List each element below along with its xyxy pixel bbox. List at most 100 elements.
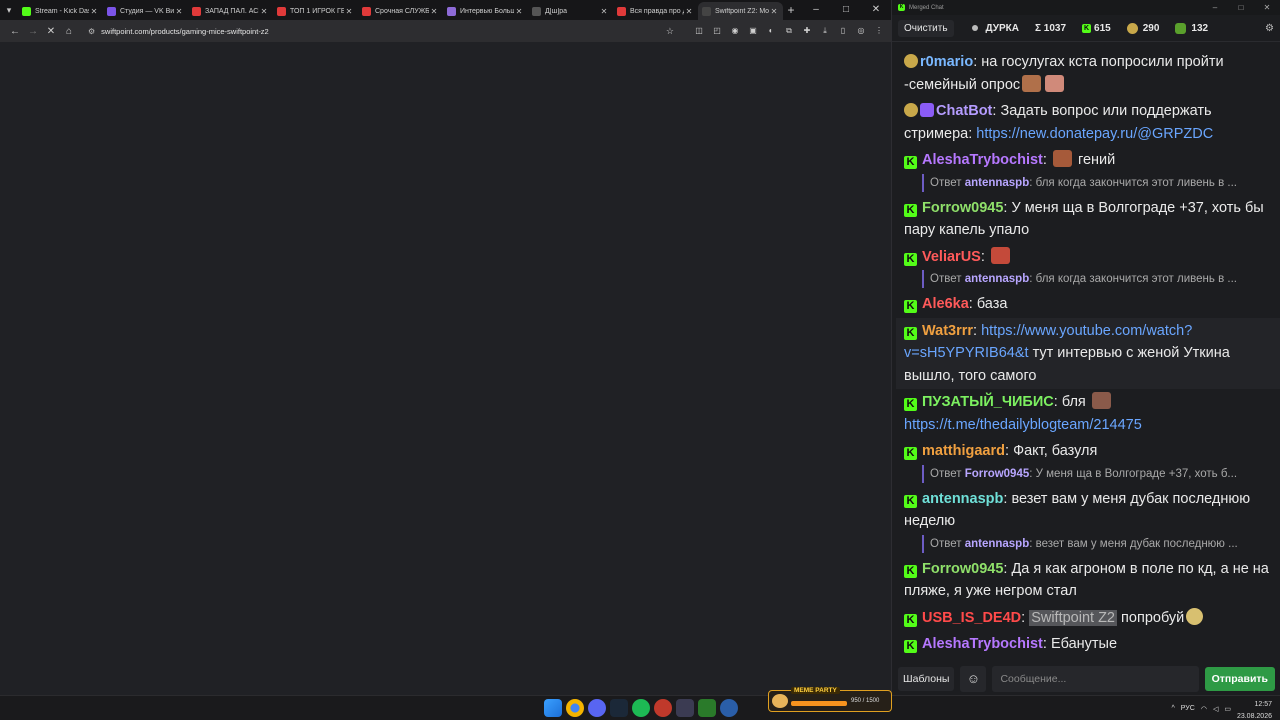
chat-username[interactable]: AleshaTrybochist — [922, 152, 1043, 168]
minimize-icon[interactable]: – — [1202, 3, 1228, 12]
extension-icon[interactable]: ◫ — [690, 26, 708, 36]
chat-username[interactable]: VeliarUS — [922, 249, 981, 265]
minimize-icon[interactable]: – — [801, 0, 831, 20]
clear-button[interactable]: Очистить — [898, 19, 954, 37]
tab-close-icon[interactable]: ✕ — [259, 7, 269, 16]
reply-quote[interactable]: Ответ antennaspb: везет вам у меня дубак… — [922, 534, 1273, 553]
reply-quote[interactable]: Ответ Forrow0945: У меня ща в Волгограде… — [922, 464, 1273, 483]
chat-username[interactable]: r0mario — [920, 54, 973, 70]
extensions-puzzle-icon[interactable]: ✚ — [798, 26, 816, 36]
chat-message[interactable]: K Wat3rrr: https://www.youtube.com/watch?… — [896, 317, 1280, 389]
meme-party-widget[interactable]: MEME PARTY 950 / 1500 — [768, 687, 892, 712]
chat-message[interactable]: K Forrow0945: Да я как агроном в поле по … — [904, 556, 1273, 605]
chat-username[interactable]: Ale6ka — [922, 296, 969, 312]
new-tab-button[interactable]: + — [783, 3, 799, 17]
chat-message[interactable]: Kmatthigaard: Факт, базуля — [904, 438, 1273, 465]
settings-gear-icon[interactable]: ⚙ — [1265, 23, 1274, 34]
emoji-picker-icon[interactable]: ☺ — [960, 665, 987, 692]
chat-username[interactable]: ПУЗАТЫЙ_ЧИБИС — [922, 394, 1054, 410]
language-indicator[interactable]: РУС — [1181, 705, 1195, 712]
message-link[interactable]: https://t.me/thedailyblogteam/214475 — [904, 417, 1142, 433]
chat-username[interactable]: matthigaard — [922, 443, 1005, 459]
close-window-icon[interactable]: ✕ — [861, 0, 891, 20]
close-window-icon[interactable]: ✕ — [1254, 3, 1280, 12]
home-icon[interactable]: ⌂ — [60, 26, 78, 37]
chat-username[interactable]: Wat3rrr — [922, 323, 973, 339]
back-icon[interactable]: ← — [6, 26, 24, 37]
chat-message[interactable]: Kantennaspb: везет вам у меня дубак посл… — [904, 486, 1273, 535]
browser-tab[interactable]: Интервью Больш ✕ — [443, 2, 528, 20]
tab-close-icon[interactable]: ✕ — [514, 7, 524, 16]
sidepanel-icon[interactable]: ▯ — [834, 26, 852, 36]
extension-icon[interactable]: ⧉ — [780, 26, 798, 36]
tray-chevron-icon[interactable]: ^ — [1172, 705, 1175, 712]
message-list[interactable]: r0mario: на госулугах кста попросили про… — [892, 43, 1280, 660]
extension-icon[interactable]: ◐ — [762, 26, 780, 36]
forward-icon[interactable]: → — [24, 26, 42, 37]
send-button[interactable]: Отправить — [1204, 666, 1275, 691]
volume-icon[interactable]: ◁ — [1213, 705, 1218, 713]
browser-tab[interactable]: ТОП 1 ИГРОК ГЕ ✕ — [273, 2, 358, 20]
clock[interactable]: 12:57 23.08.2026 — [1237, 697, 1272, 720]
steam-icon[interactable] — [610, 699, 628, 717]
browser-tab[interactable]: Срочная СЛУЖБА ✕ — [358, 2, 443, 20]
profile-icon[interactable]: ◎ — [852, 26, 870, 36]
menu-icon[interactable]: ⋮ — [870, 26, 888, 36]
extension-icon[interactable]: ◰ — [708, 26, 726, 36]
chat-username[interactable]: USB_IS_DE4D — [922, 610, 1021, 626]
stop-icon[interactable]: ✕ — [42, 26, 60, 37]
tab-close-icon[interactable]: ✕ — [429, 7, 439, 16]
chat-username[interactable]: ChatBot — [936, 103, 992, 119]
browser-tab[interactable]: ЗАПАД ПАЛ. АСИ ✕ — [188, 2, 273, 20]
maximize-icon[interactable]: □ — [831, 0, 861, 20]
chat-username[interactable]: AleshaTrybochist — [922, 636, 1043, 652]
chat-message[interactable]: K AleshaTrybochist: гений — [904, 147, 1273, 174]
chat-message[interactable]: K ПУЗАТЫЙ_ЧИБИС: бля https://t.me/thedail… — [904, 389, 1273, 438]
reply-quote[interactable]: Ответ antennaspb: бля когда закончится э… — [922, 173, 1273, 192]
chat-message[interactable]: K USB_IS_DE4D: Swiftpoint Z2 попробуй — [904, 605, 1273, 632]
bookmark-star-icon[interactable]: ☆ — [666, 26, 674, 37]
extension-icon[interactable]: ▣ — [744, 26, 762, 36]
spotify-icon[interactable] — [632, 699, 650, 717]
templates-button[interactable]: Шаблоны — [898, 666, 955, 691]
app-icon[interactable] — [654, 699, 672, 717]
maximize-icon[interactable]: □ — [1228, 3, 1254, 12]
windows-start-icon[interactable] — [544, 699, 562, 717]
tab-search-icon[interactable]: ▾ — [0, 0, 18, 20]
discord-icon[interactable] — [588, 699, 606, 717]
chat-message[interactable]: K VeliarUS: — [904, 244, 1273, 271]
chat-message[interactable]: K Ale6ka: база — [904, 291, 1273, 318]
chat-message[interactable]: r0mario: на госулугах кста попросили про… — [904, 49, 1273, 98]
chat-username[interactable]: Forrow0945 — [922, 561, 1003, 577]
tab-close-icon[interactable]: ✕ — [599, 7, 609, 16]
chat-message[interactable]: K Forrow0945: У меня ща в Волгограде +37,… — [904, 195, 1273, 244]
site-info-icon[interactable]: ⚙ — [88, 27, 95, 36]
extension-icon[interactable]: ◉ — [726, 26, 744, 36]
browser-tab[interactable]: Swiftpoint Z2: Mo ✕ — [698, 2, 783, 20]
message-input[interactable] — [992, 665, 1199, 692]
browser-tab[interactable]: Студия — VK Вид ✕ — [103, 2, 188, 20]
tab-close-icon[interactable]: ✕ — [89, 7, 99, 16]
browser-tab[interactable]: Вся правда про Д ✕ — [613, 2, 698, 20]
chat-username[interactable]: antennaspb — [922, 491, 1003, 507]
app-icon[interactable] — [720, 699, 738, 717]
page-viewport[interactable] — [0, 42, 891, 695]
tab-close-icon[interactable]: ✕ — [174, 7, 184, 16]
tab-close-icon[interactable]: ✕ — [769, 7, 779, 16]
wifi-icon[interactable]: ◠ — [1201, 705, 1207, 713]
chat-username[interactable]: Forrow0945 — [922, 200, 1003, 216]
app-icon[interactable] — [698, 699, 716, 717]
message-link[interactable]: https://new.donatepay.ru/@GRPZDC — [976, 126, 1213, 142]
tab-close-icon[interactable]: ✕ — [344, 7, 354, 16]
chat-message[interactable]: ChatBot: Задать вопрос или поддержать ст… — [904, 98, 1273, 147]
download-icon[interactable]: ⤓ — [816, 26, 834, 36]
chrome-icon[interactable] — [566, 699, 584, 717]
battery-icon[interactable]: ▭ — [1224, 705, 1231, 713]
chat-message[interactable]: K AleshaTrybochist: Ебанутые — [904, 631, 1273, 658]
browser-tab[interactable]: Stream - Kick Das ✕ — [18, 2, 103, 20]
reply-quote[interactable]: Ответ antennaspb: бля когда закончится э… — [922, 270, 1273, 288]
app-icon[interactable] — [676, 699, 694, 717]
browser-tab[interactable]: Д[ш]ра ✕ — [528, 2, 613, 20]
address-bar[interactable]: ⚙ swiftpoint.com/products/gaming-mice-sw… — [82, 23, 682, 39]
tab-close-icon[interactable]: ✕ — [684, 7, 694, 16]
